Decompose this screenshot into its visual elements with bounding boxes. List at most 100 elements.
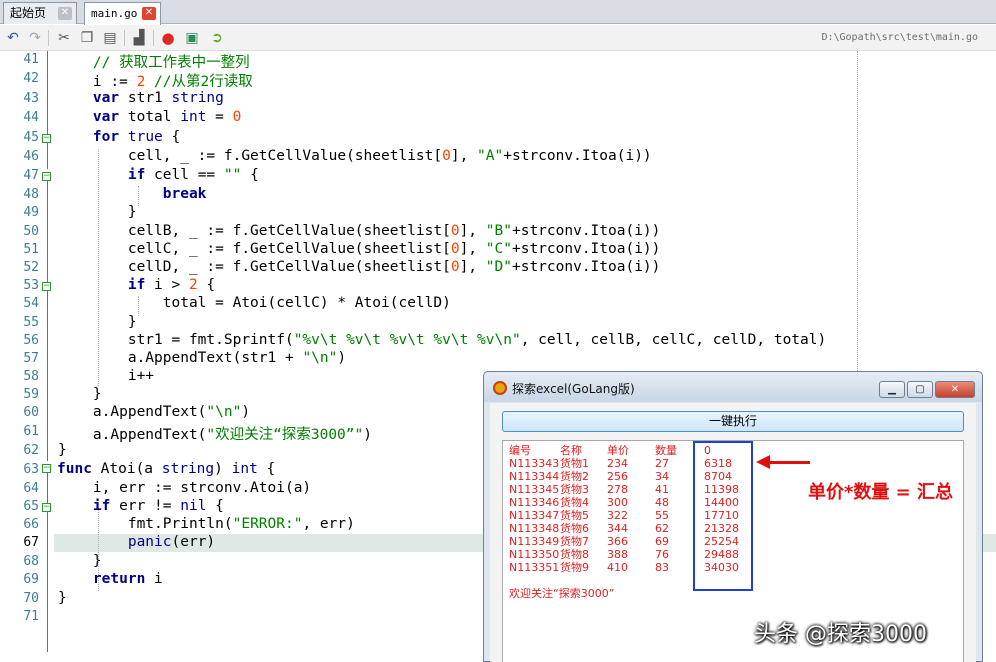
cell-qty: 69 <box>655 535 669 548</box>
line-number: 58 <box>23 369 39 384</box>
cell-qty: 34 <box>655 470 669 483</box>
annotation-label: 单价*数量 = 汇总 <box>808 482 954 503</box>
footer-text: 欢迎关注“探索3000” <box>509 587 615 600</box>
cell-id: N113351 <box>509 561 560 574</box>
edge-column-guide <box>857 51 858 391</box>
fold-line <box>47 143 48 169</box>
code-line: } <box>58 386 102 402</box>
cell-id: N113346 <box>509 496 560 509</box>
code-line: } <box>58 590 67 606</box>
code-line: i, err := strconv.Atoi(a) <box>58 480 312 496</box>
run-button[interactable]: 一键执行 <box>502 411 964 432</box>
line-number: 42 <box>23 71 39 86</box>
cell-name: 货物4 <box>560 496 589 509</box>
cell-name: 货物3 <box>560 483 589 496</box>
cell-price: 278 <box>607 483 628 496</box>
code-line: var str1 string <box>92 90 224 106</box>
code-line-current: panic(err) <box>127 534 216 550</box>
line-number: 64 <box>23 481 39 496</box>
line-number: 66 <box>23 517 39 532</box>
cell-price: 322 <box>607 509 628 522</box>
cell-name: 货物9 <box>560 561 589 574</box>
line-number-current: 67 <box>23 535 39 550</box>
close-icon[interactable]: ✕ <box>58 7 72 20</box>
cell-price: 234 <box>607 457 628 470</box>
fold-line <box>47 512 48 652</box>
code-line: } <box>58 204 137 220</box>
toolbar-separator <box>48 30 49 46</box>
header-cell: 编号 <box>509 444 531 457</box>
minimize-button[interactable]: ▁ <box>879 381 905 398</box>
file-path: D:\Gopath\src\test\main.go <box>821 32 978 43</box>
cell-price: 256 <box>607 470 628 483</box>
code-line: a.AppendText("\n") <box>58 404 251 420</box>
line-number: 62 <box>23 443 39 458</box>
cell-qty: 62 <box>655 522 669 535</box>
code-line: if cell == "" { <box>127 167 259 183</box>
fold-line <box>47 181 48 286</box>
cell-id: N113347 <box>509 509 560 522</box>
line-number: 48 <box>23 187 39 202</box>
cell-id: N113348 <box>509 522 560 535</box>
cell-qty: 48 <box>655 496 669 509</box>
cell-price: 300 <box>607 496 628 509</box>
maximize-button[interactable]: ▢ <box>907 381 933 398</box>
fold-toggle-icon[interactable]: − <box>42 134 51 143</box>
line-number: 70 <box>23 591 39 606</box>
code-line: // 获取工作表中一整列 <box>92 55 250 71</box>
cell-id: N113343 <box>509 457 560 470</box>
toolbar-separator <box>124 30 125 46</box>
cell-name: 货物6 <box>560 522 589 535</box>
code-line: for true { <box>92 129 181 145</box>
line-number: 71 <box>23 609 39 624</box>
cell-name: 货物2 <box>560 470 589 483</box>
cell-qty: 27 <box>655 457 669 470</box>
code-line: a.AppendText("欢迎关注“探索3000”") <box>58 427 372 443</box>
cut-icon[interactable]: ✂ <box>56 30 72 46</box>
fold-toggle-icon[interactable]: − <box>42 503 51 512</box>
copy-icon[interactable]: ❐ <box>79 30 95 46</box>
header-cell: 数量 <box>655 444 677 457</box>
close-button[interactable]: ✕ <box>935 381 975 398</box>
cell-name: 货物5 <box>560 509 589 522</box>
run-icon[interactable]: ➲ <box>209 30 225 46</box>
cell-name: 货物8 <box>560 548 589 561</box>
redo-icon[interactable]: ↷ <box>27 30 43 46</box>
code-line: i := 2 //从第2行读取 <box>58 74 253 90</box>
arrow-line <box>766 461 810 464</box>
window-title: 探索excel(GoLang版) <box>512 382 635 396</box>
code-line: a.AppendText(str1 + "\n") <box>58 350 347 366</box>
cell-name: 货物1 <box>560 457 589 470</box>
tab-main-go[interactable]: main.go ✕ <box>84 2 161 25</box>
fold-toggle-icon[interactable]: − <box>42 172 51 181</box>
line-number: 60 <box>23 405 39 420</box>
undo-icon[interactable]: ↶ <box>5 30 21 46</box>
line-number: 63 <box>23 462 39 477</box>
code-line: } <box>58 314 137 330</box>
paste-icon[interactable]: ▤ <box>102 30 118 46</box>
code-line: return i <box>92 571 163 587</box>
line-number: 51 <box>23 242 39 257</box>
line-number-gutter: 41 42 43 44 45 46 47 48 49 50 51 52 53 5… <box>0 51 41 662</box>
code-line: cell, _ := f.GetCellValue(sheetlist[0], … <box>58 148 652 164</box>
line-number: 53 <box>23 278 39 293</box>
code-line: if i > 2 { <box>127 277 216 293</box>
clear-icon[interactable]: ▟ <box>131 30 147 46</box>
tab-start-page[interactable]: 起始页 ✕ <box>3 2 77 24</box>
toolbar-separator <box>153 30 154 46</box>
line-number: 56 <box>23 333 39 348</box>
close-icon[interactable]: ✕ <box>142 7 156 20</box>
fold-line <box>47 473 48 503</box>
line-number: 49 <box>23 205 39 220</box>
window-title-bar[interactable]: 探索excel(GoLang版) ▁ ▢ ✕ <box>484 372 982 402</box>
fold-toggle-icon[interactable]: − <box>42 282 51 291</box>
fold-line <box>47 291 48 461</box>
fold-toggle-icon[interactable]: − <box>42 464 51 473</box>
watermark: 头条 @探索3000 <box>754 622 927 647</box>
breakpoint-icon[interactable]: ● <box>160 30 176 46</box>
cell-id: N113350 <box>509 548 560 561</box>
build-icon[interactable]: ▣ <box>184 30 200 46</box>
cell-id: N113345 <box>509 483 560 496</box>
cell-price: 366 <box>607 535 628 548</box>
line-number: 46 <box>23 149 39 164</box>
